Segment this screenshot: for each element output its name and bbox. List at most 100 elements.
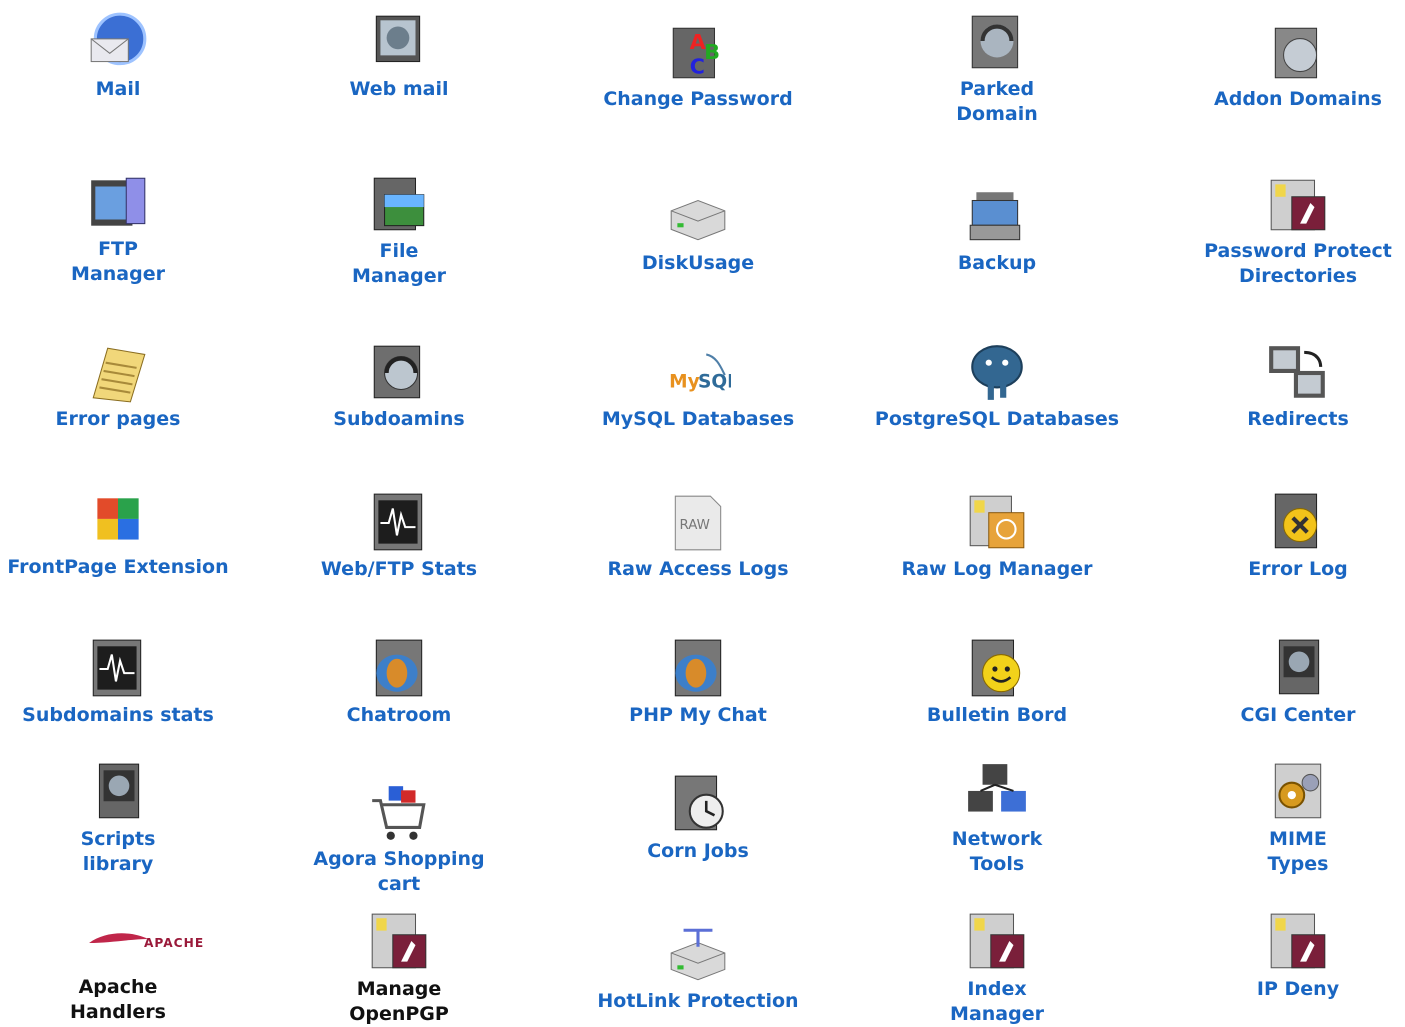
tile-file-manager[interactable]: File Manager [269,172,529,289]
tile-subdomains[interactable]: Subdoamins [269,340,529,432]
tile-label: Corn Jobs [647,840,749,862]
tile-label: IP Deny [1256,978,1340,1000]
error-pages-icon [85,340,151,406]
tile-label: Agora Shopping cart [313,848,485,895]
tile-label: Change Password [603,88,793,110]
tile-error-log[interactable]: Error Log [1168,490,1405,582]
tile-label: FTP Manager [71,238,165,285]
tile-ftp-manager[interactable]: FTP Manager [0,170,248,287]
tile-label: PostgreSQL Databases [874,408,1120,430]
hotlink-protection-icon [665,922,731,988]
disk-usage-icon [665,184,731,250]
postgresql-icon [964,340,1030,406]
tile-web-ftp-stats[interactable]: Web/FTP Stats [269,490,529,582]
frontpage-icon [85,488,151,554]
tile-label: Web mail [349,78,449,100]
svg-text:SQL: SQL [698,371,731,392]
tile-label: Apache Handlers [70,976,166,1023]
tile-label: Mail [95,78,141,100]
tile-ip-deny[interactable]: IP Deny [1168,910,1405,1002]
svg-text:RAW: RAW [679,518,709,533]
tile-openpgp: Manage OpenPGP [269,910,529,1027]
tile-cron-jobs[interactable]: Corn Jobs [568,772,828,864]
tile-label: Raw Access Logs [607,558,789,580]
addon-domains-icon [1265,20,1331,86]
tile-parked-domain[interactable]: Parked Domain [867,10,1127,127]
tile-label: Raw Log Manager [901,558,1093,580]
tile-label: Network Tools [951,828,1043,875]
tile-label: Addon Domains [1214,88,1382,110]
ftp-manager-icon [85,170,151,236]
cgi-center-icon [1265,636,1331,702]
tile-label: FrontPage Extension [7,556,229,578]
tile-label: Bulletin Bord [926,704,1068,726]
subdomains-icon [366,340,432,406]
svg-text:C: C [690,55,705,79]
tile-error-pages[interactable]: Error pages [0,340,248,432]
tile-label: Subdomains stats [22,704,214,726]
parked-domain-icon [964,10,1030,76]
tile-label: HotLink Protection [597,990,799,1012]
file-manager-icon [366,172,432,238]
tile-raw-access-logs[interactable]: RAW Raw Access Logs [568,490,828,582]
redirects-icon [1265,340,1331,406]
tile-hotlink-protection[interactable]: HotLink Protection [568,922,828,1014]
mail-icon [85,10,151,76]
tile-disk-usage[interactable]: DiskUsage [568,184,828,276]
index-manager-icon [964,910,1030,976]
tile-label: CGI Center [1240,704,1356,726]
svg-text:B: B [704,40,720,64]
tile-apache-handlers: APACHE Apache Handlers [0,908,248,1025]
bulletin-board-icon [964,636,1030,702]
tile-chatroom[interactable]: Chatroom [269,636,529,728]
tile-backup[interactable]: Backup [867,184,1127,276]
openpgp-icon [366,910,432,976]
tile-label: DiskUsage [641,252,755,274]
tile-label: Chatroom [346,704,452,726]
cron-jobs-icon [665,772,731,838]
tile-php-my-chat[interactable]: PHP My Chat [568,636,828,728]
tile-password-protect[interactable]: Password Protect Directories [1168,172,1405,289]
tile-redirects[interactable]: Redirects [1168,340,1405,432]
tile-label: MIME Types [1267,828,1329,875]
tile-label: Redirects [1247,408,1349,430]
shopping-cart-icon [366,780,432,846]
apache-feather-icon: APACHE [85,908,203,974]
mysql-icon: MySQL [665,340,731,406]
password-protect-icon [1265,172,1331,238]
network-tools-icon [964,760,1030,826]
tile-label: MySQL Databases [601,408,795,430]
tile-scripts-library[interactable]: Scripts library [0,760,248,877]
tile-change-password[interactable]: ABC Change Password [568,20,828,112]
change-password-icon: ABC [665,20,731,86]
tile-label: Web/FTP Stats [320,558,478,580]
error-log-icon [1265,490,1331,556]
tile-mime-types[interactable]: MIME Types [1168,760,1405,877]
tile-raw-log-manager[interactable]: Raw Log Manager [867,490,1127,582]
tile-addon-domains[interactable]: Addon Domains [1168,20,1405,112]
tile-shopping-cart[interactable]: Agora Shopping cart [269,780,529,897]
tile-label: Parked Domain [956,78,1038,125]
tile-label: PHP My Chat [629,704,767,726]
tile-postgresql[interactable]: PostgreSQL Databases [867,340,1127,432]
tile-mail[interactable]: Mail [0,10,248,102]
tile-label: Subdoamins [333,408,465,430]
tile-webmail[interactable]: Web mail [269,10,529,102]
scripts-library-icon [85,760,151,826]
tile-label: Backup [957,252,1037,274]
tile-mysql[interactable]: MySQL MySQL Databases [568,340,828,432]
webmail-icon [366,10,432,76]
php-my-chat-icon [665,636,731,702]
tile-network-tools[interactable]: Network Tools [867,760,1127,877]
tile-cgi-center[interactable]: CGI Center [1168,636,1405,728]
tile-label: Manage OpenPGP [349,978,449,1025]
mime-types-icon [1265,760,1331,826]
tile-label: File Manager [352,240,446,287]
raw-access-logs-icon: RAW [665,490,731,556]
tile-subdomains-stats[interactable]: Subdomains stats [0,636,248,728]
tile-label: Index Manager [950,978,1044,1025]
svg-text:APACHE: APACHE [144,936,204,950]
tile-bulletin-board[interactable]: Bulletin Bord [867,636,1127,728]
tile-frontpage[interactable]: FrontPage Extension [0,488,248,580]
tile-index-manager[interactable]: Index Manager [867,910,1127,1027]
